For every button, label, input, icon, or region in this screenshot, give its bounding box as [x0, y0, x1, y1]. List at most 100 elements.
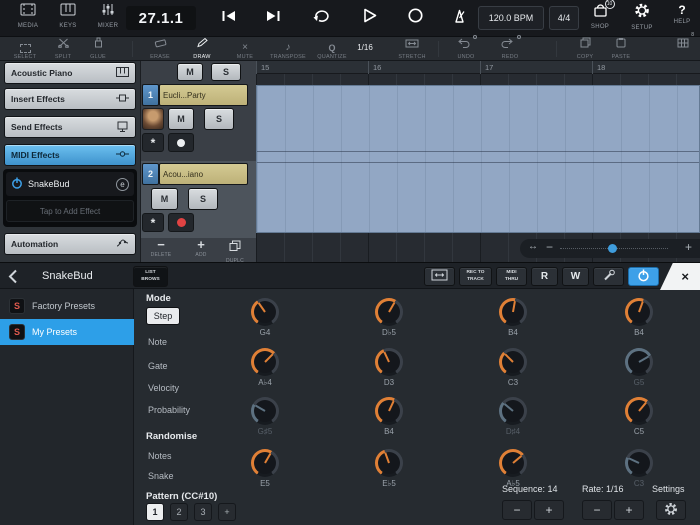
write-automation-button[interactable]: W — [562, 267, 589, 286]
mixer-button[interactable]: MIXER — [90, 3, 126, 29]
transpose-tool-button[interactable]: ♪ TRANSPOSE — [266, 39, 310, 60]
note-knob-3[interactable] — [499, 298, 527, 326]
zoom-slider-handle[interactable] — [608, 244, 617, 253]
track0-solo-button[interactable]: S — [211, 63, 241, 81]
back-chevron-icon[interactable] — [8, 269, 18, 289]
snake-knob-4[interactable] — [625, 449, 653, 477]
midi-region[interactable] — [256, 85, 700, 233]
keys-button[interactable]: KEYS — [50, 3, 86, 29]
probability-knob-2[interactable] — [375, 397, 403, 425]
help-button[interactable]: ? HELP — [666, 3, 698, 25]
pattern-1-button[interactable]: 1 — [146, 503, 164, 521]
paste-button[interactable]: PASTE — [604, 39, 638, 60]
media-button[interactable]: MEDIA — [10, 3, 46, 29]
metronome-button[interactable] — [442, 8, 476, 28]
track1-avatar[interactable] — [142, 108, 164, 130]
automation-button[interactable]: Automation — [4, 233, 136, 255]
snake-knob-3[interactable] — [499, 449, 527, 477]
bpm-display[interactable]: 120.0 BPM — [478, 6, 544, 30]
redo-button[interactable]: REDO — [492, 39, 528, 60]
transport-prev-button[interactable] — [212, 8, 246, 28]
snake-knob-2[interactable] — [375, 449, 403, 477]
track2-record-enable-button[interactable] — [168, 213, 194, 232]
midi-effects-button[interactable]: MIDI Effects — [4, 144, 136, 166]
send-effects-button[interactable]: Send Effects — [4, 116, 136, 138]
transport-play-button[interactable] — [352, 8, 386, 28]
rate-decrement-button[interactable]: − — [582, 500, 612, 520]
gate-knob-3[interactable] — [499, 348, 527, 376]
preset-item-factory[interactable]: S Factory Presets — [0, 293, 134, 319]
probability-knob-4[interactable] — [625, 397, 653, 425]
sequence-increment-button[interactable]: + — [534, 500, 564, 520]
mode-step-button[interactable]: Step — [146, 307, 180, 325]
shop-button[interactable]: 10 SHOP — [582, 3, 618, 30]
split-tool-button[interactable]: SPLIT — [46, 39, 80, 60]
transport-next-button[interactable] — [256, 8, 290, 28]
close-plugin-button[interactable]: × — [660, 263, 700, 290]
pattern-3-button[interactable]: 3 — [194, 503, 212, 521]
glue-tool-button[interactable]: GLUE — [82, 39, 114, 60]
track2-freeze-button[interactable]: * — [142, 213, 164, 232]
duplicate-track-button[interactable]: DUPLC — [219, 239, 251, 264]
track1-mute-button[interactable]: M — [168, 108, 194, 130]
rec-to-track-button[interactable]: REC TO TRACK — [459, 267, 492, 286]
track2-solo-button[interactable]: S — [188, 188, 218, 210]
delete-track-button[interactable]: − DELETE — [145, 239, 177, 258]
grid-snap-button[interactable]: 8 — [668, 39, 698, 60]
timeline-ruler[interactable]: 15 16 17 18 — [256, 61, 700, 74]
note-knob-2[interactable] — [375, 298, 403, 326]
undo-button[interactable]: UNDO — [448, 39, 484, 60]
track1-solo-button[interactable]: S — [204, 108, 234, 130]
add-track-button[interactable]: + ADD — [185, 239, 217, 258]
time-signature-display[interactable]: 4/4 — [549, 6, 579, 30]
effect-slot-snakebud[interactable]: SnakeBud e — [6, 172, 134, 196]
setup-button[interactable]: SETUP — [624, 3, 660, 31]
pattern-2-button[interactable]: 2 — [170, 503, 188, 521]
time-display[interactable]: 27.1.1 — [126, 6, 196, 30]
preset-item-my-presets[interactable]: S My Presets — [0, 319, 134, 345]
edit-effect-icon[interactable]: e — [116, 178, 129, 191]
track1-freeze-button[interactable]: * — [142, 133, 164, 152]
quantize-value-button[interactable]: 1/16 — [350, 39, 380, 60]
mute-tool-button[interactable]: × MUTE — [228, 39, 262, 60]
note-knob-1[interactable] — [251, 298, 279, 326]
sequence-decrement-button[interactable]: − — [502, 500, 532, 520]
track2-name[interactable]: Acou...iano — [159, 163, 248, 185]
transport-record-button[interactable] — [398, 8, 432, 28]
quantize-tool-button[interactable]: Q QUANTIZE — [312, 39, 352, 60]
track1-name[interactable]: Eucli...Party — [159, 84, 248, 106]
read-automation-button[interactable]: R — [531, 267, 558, 286]
zoom-in-button[interactable]: + — [685, 240, 692, 254]
gate-knob-4[interactable] — [625, 348, 653, 376]
midi-thru-button[interactable]: MIDI THRU — [496, 267, 527, 286]
copy-button[interactable]: COPY — [568, 39, 602, 60]
gate-knob-2[interactable] — [375, 348, 403, 376]
add-effect-button[interactable]: Tap to Add Effect — [6, 200, 134, 222]
plugin-settings-button[interactable] — [656, 500, 686, 520]
note-knob-4[interactable] — [625, 298, 653, 326]
probability-knob-1[interactable] — [251, 397, 279, 425]
track2-header[interactable]: 2 Acou...iano M S * — [141, 161, 257, 238]
list-browser-button[interactable]: LIST BROWS — [133, 266, 168, 287]
power-icon[interactable] — [11, 177, 23, 191]
track1-number[interactable]: 1 — [142, 84, 159, 106]
pattern-add-button[interactable]: + — [218, 503, 236, 521]
plugin-power-button[interactable] — [628, 267, 659, 286]
erase-tool-button[interactable]: ERASE — [142, 39, 178, 60]
select-tool-button[interactable]: SELECT — [6, 39, 44, 60]
tools-button[interactable] — [593, 267, 624, 286]
rate-increment-button[interactable]: + — [614, 500, 644, 520]
track2-mute-button[interactable]: M — [151, 188, 178, 210]
draw-tool-button[interactable]: DRAW — [184, 39, 220, 60]
track2-number[interactable]: 2 — [142, 163, 159, 185]
instrument-button[interactable]: Acoustic Piano — [4, 62, 136, 84]
probability-knob-3[interactable] — [499, 397, 527, 425]
zoom-out-button[interactable]: − — [546, 240, 553, 254]
insert-effects-button[interactable]: Insert Effects — [4, 88, 136, 110]
stretch-tool-button[interactable]: STRETCH — [392, 39, 432, 60]
transport-loop-button[interactable] — [304, 8, 338, 28]
track1-monitor-button[interactable] — [168, 133, 194, 152]
track0-mute-button[interactable]: M — [177, 63, 203, 81]
gate-knob-1[interactable] — [251, 348, 279, 376]
fit-screen-button[interactable] — [424, 267, 455, 286]
